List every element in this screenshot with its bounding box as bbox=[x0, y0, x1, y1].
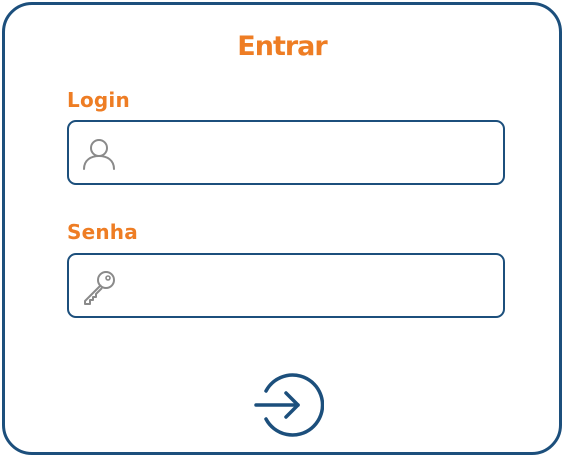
login-field[interactable] bbox=[67, 120, 505, 185]
form-title: Entrar bbox=[237, 31, 327, 62]
senha-input[interactable] bbox=[129, 255, 489, 316]
senha-field[interactable] bbox=[67, 253, 505, 318]
user-icon bbox=[83, 139, 115, 170]
login-card: Entrar Login Senha bbox=[2, 2, 562, 455]
login-input[interactable] bbox=[129, 122, 489, 183]
key-icon bbox=[84, 271, 115, 305]
senha-label: Senha bbox=[67, 220, 138, 244]
sign-in-icon[interactable] bbox=[252, 369, 324, 441]
login-label: Login bbox=[67, 88, 130, 112]
